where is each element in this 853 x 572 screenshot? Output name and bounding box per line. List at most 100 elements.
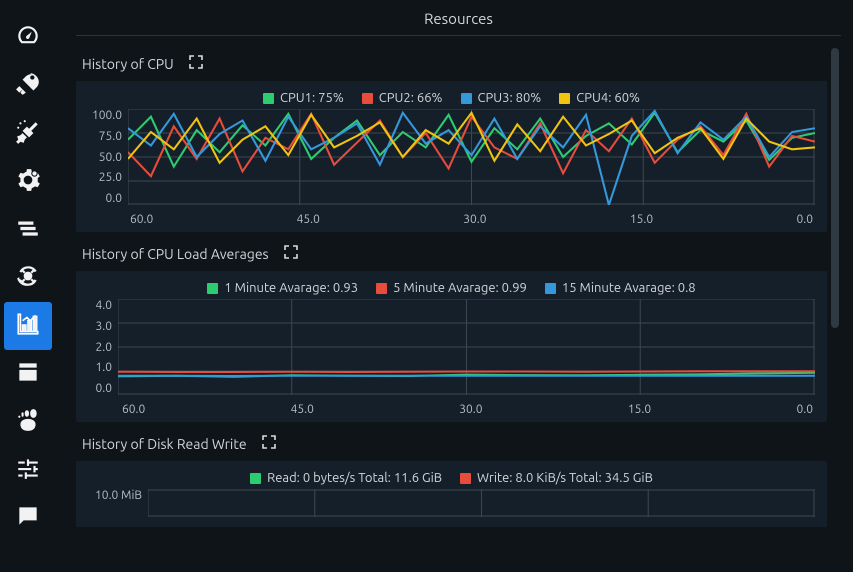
- legend-swatch: [376, 283, 387, 294]
- chart: 4.0 3.0 2.0 1.0 0.0: [88, 299, 815, 399]
- legend-swatch: [207, 283, 218, 294]
- legend: CPU1: 75% CPU2: 66% CPU3: 80% CPU4: 60%: [88, 91, 815, 105]
- chart-panel-load: 1 Minute Avarage: 0.93 5 Minute Avarage:…: [76, 271, 827, 422]
- legend-entry: 1 Minute Avarage: 0.93: [207, 281, 358, 295]
- y-axis: 100.0 75.0 50.0 25.0 0.0: [88, 109, 128, 205]
- plot-area: [128, 109, 815, 209]
- process-icon: [15, 263, 41, 293]
- legend-label: Read: 0 bytes/s Total: 11.6 GiB: [267, 471, 442, 485]
- message-icon: [15, 503, 41, 533]
- legend-swatch: [460, 473, 471, 484]
- legend-entry: 5 Minute Avarage: 0.99: [376, 281, 527, 295]
- legend-entry: CPU3: 80%: [461, 91, 542, 105]
- ytick: 3.0: [96, 320, 113, 333]
- nav-startup[interactable]: [4, 62, 52, 110]
- ytick: 25.0: [99, 171, 122, 184]
- ytick: 75.0: [99, 130, 122, 143]
- ytick: 4.0: [96, 299, 113, 312]
- section-header: History of CPU Load Averages: [76, 242, 827, 271]
- legend-label: CPU1: 75%: [280, 91, 344, 105]
- section-load-avg: History of CPU Load Averages 1 Minute Av…: [76, 242, 827, 422]
- chart-panel-cpu: CPU1: 75% CPU2: 66% CPU3: 80% CPU4: 60% …: [76, 81, 827, 232]
- content-outer: History of CPU CPU1: 75% CPU2: 66% CPU3:…: [76, 42, 841, 572]
- legend-label: Write: 8.0 KiB/s Total: 34.5 GiB: [477, 471, 653, 485]
- legend: 1 Minute Avarage: 0.93 5 Minute Avarage:…: [88, 281, 815, 295]
- stack-icon: [15, 215, 41, 245]
- legend-swatch: [461, 93, 472, 104]
- x-axis: 60.0 45.0 30.0 15.0 0.0: [88, 403, 815, 416]
- ytick: 1.0: [96, 361, 113, 374]
- y-axis: 10.0 MiB: [88, 489, 148, 517]
- legend-entry: CPU4: 60%: [559, 91, 640, 105]
- nav-processes[interactable]: [4, 254, 52, 302]
- gear-icon: [15, 167, 41, 197]
- plot-area: [118, 299, 815, 399]
- section-header: History of CPU: [76, 52, 827, 81]
- section-cpu-history: History of CPU CPU1: 75% CPU2: 66% CPU3:…: [76, 52, 827, 232]
- nav-services[interactable]: [4, 206, 52, 254]
- ytick: 2.0: [96, 341, 113, 354]
- ytick: 0.0: [96, 382, 113, 395]
- xtick: 0.0: [797, 213, 814, 226]
- x-axis: 60.0 45.0 30.0 15.0 0.0: [88, 213, 815, 226]
- sidebar: [0, 0, 56, 572]
- content: History of CPU CPU1: 75% CPU2: 66% CPU3:…: [76, 42, 841, 572]
- page-title: Resources: [76, 0, 841, 36]
- gauge-icon: [15, 23, 41, 53]
- legend: Read: 0 bytes/s Total: 11.6 GiB Write: 8…: [88, 471, 815, 485]
- legend-label: 15 Minute Avarage: 0.8: [562, 281, 696, 295]
- broom-icon: [15, 119, 41, 149]
- xtick: 30.0: [459, 403, 482, 416]
- legend-label: CPU3: 80%: [478, 91, 542, 105]
- section-title: History of CPU: [82, 56, 174, 72]
- xtick: 45.0: [291, 403, 314, 416]
- nav-gnome[interactable]: [4, 398, 52, 446]
- legend-entry: CPU2: 66%: [362, 91, 443, 105]
- chart: 10.0 MiB: [88, 489, 815, 521]
- cpu-plot-svg: [128, 109, 815, 205]
- app-root: Resources History of CPU CPU1: 7: [0, 0, 853, 572]
- legend-label: 5 Minute Avarage: 0.99: [393, 281, 527, 295]
- legend-swatch: [250, 473, 261, 484]
- expand-icon[interactable]: [188, 54, 204, 73]
- nav-cleaner[interactable]: [4, 110, 52, 158]
- scrollbar[interactable]: [831, 48, 839, 566]
- chart: 100.0 75.0 50.0 25.0 0.0: [88, 109, 815, 209]
- plot-area: [148, 489, 815, 521]
- legend-entry: Read: 0 bytes/s Total: 11.6 GiB: [250, 471, 442, 485]
- nav-settings[interactable]: [4, 158, 52, 206]
- xtick: 30.0: [463, 213, 486, 226]
- section-disk: History of Disk Read Write Read: 0 bytes…: [76, 432, 827, 527]
- xtick: 15.0: [628, 403, 651, 416]
- nav-tuning[interactable]: [4, 446, 52, 494]
- load-plot-svg: [118, 299, 815, 395]
- nav-dashboard[interactable]: [4, 14, 52, 62]
- legend-swatch: [263, 93, 274, 104]
- nav-log[interactable]: [4, 494, 52, 542]
- xtick: 15.0: [630, 213, 653, 226]
- section-header: History of Disk Read Write: [76, 432, 827, 461]
- xtick: 60.0: [122, 403, 145, 416]
- disk-plot-svg: [148, 489, 815, 517]
- ytick: 10.0 MiB: [95, 489, 142, 502]
- section-title: History of CPU Load Averages: [82, 246, 269, 262]
- nav-resources[interactable]: [4, 302, 52, 350]
- legend-entry: Write: 8.0 KiB/s Total: 34.5 GiB: [460, 471, 653, 485]
- scrollbar-thumb[interactable]: [831, 48, 839, 328]
- legend-label: CPU4: 60%: [576, 91, 640, 105]
- chart-panel-disk: Read: 0 bytes/s Total: 11.6 GiB Write: 8…: [76, 461, 827, 527]
- ytick: 0.0: [106, 192, 123, 205]
- xtick: 45.0: [297, 213, 320, 226]
- sliders-icon: [15, 455, 41, 485]
- legend-label: 1 Minute Avarage: 0.93: [224, 281, 358, 295]
- nav-packages[interactable]: [4, 350, 52, 398]
- expand-icon[interactable]: [261, 434, 277, 453]
- main: Resources History of CPU CPU1: 7: [56, 0, 853, 572]
- section-title: History of Disk Read Write: [82, 436, 247, 452]
- expand-icon[interactable]: [283, 244, 299, 263]
- legend-entry: CPU1: 75%: [263, 91, 344, 105]
- package-icon: [15, 359, 41, 389]
- legend-swatch: [362, 93, 373, 104]
- ytick: 100.0: [92, 109, 122, 122]
- legend-entry: 15 Minute Avarage: 0.8: [545, 281, 696, 295]
